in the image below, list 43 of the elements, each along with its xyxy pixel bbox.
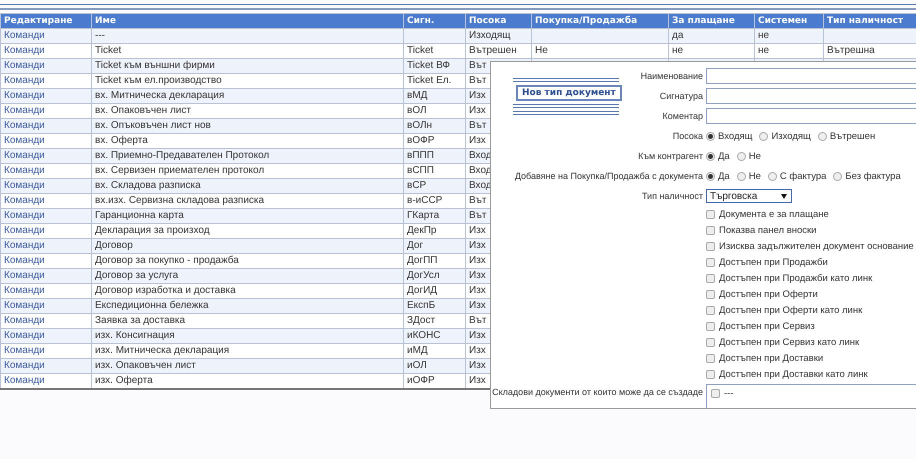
column-header: Покупка/Продажба <box>532 14 668 28</box>
radio-option[interactable]: Да <box>706 150 730 162</box>
column-header: Системен <box>754 14 824 28</box>
field-label: Наименование <box>640 70 704 83</box>
column-header: Име <box>92 14 404 28</box>
checkbox[interactable]: Достъпен при Сервиз <box>706 320 815 332</box>
column-header: Сигн. <box>404 14 466 28</box>
dropdown[interactable]: Търговска <box>706 189 792 203</box>
field-label: Посока <box>672 130 704 143</box>
field-label: Към контрагент <box>638 150 704 163</box>
field-label: Сигнатура <box>660 90 704 103</box>
column-header: Тип наличност <box>824 14 916 28</box>
field-label: Тип наличност <box>642 190 704 203</box>
radio-option[interactable]: Да <box>706 170 730 182</box>
checkbox[interactable]: Показва панел вноски <box>706 224 816 236</box>
checkbox[interactable]: --- <box>711 388 916 399</box>
commands-link[interactable]: Команди <box>0 374 92 389</box>
checkbox[interactable]: Достъпен при Сервиз като линк <box>706 336 860 348</box>
radio-option[interactable]: С фактура <box>768 170 826 182</box>
checkbox[interactable]: Достъпен при Оферти <box>706 288 818 300</box>
column-header: Посока <box>466 14 532 28</box>
checkbox[interactable]: Документа е за плащане <box>706 208 829 220</box>
checkbox[interactable]: Достъпен при Продажби като линк <box>706 272 872 284</box>
column-header: За плащане <box>668 14 754 28</box>
radio-option[interactable]: Изходящ <box>759 130 811 142</box>
field-label: Складови документи от които може да се създаде <box>492 386 704 399</box>
field-label: Коментар <box>662 110 704 123</box>
checkbox[interactable]: Изисква задължителен документ основание <box>706 240 914 252</box>
radio-option[interactable]: Входящ <box>706 130 752 142</box>
dialog-title-button[interactable]: Нов тип документ <box>516 85 622 101</box>
checkbox[interactable]: Достъпен при Продажби <box>706 256 828 268</box>
checkbox[interactable]: Достъпен при Оферти като линк <box>706 304 862 316</box>
document-list[interactable]: --- <box>706 384 916 408</box>
radio-option[interactable]: Не <box>736 150 761 162</box>
radio-option[interactable]: Вътрешен <box>818 130 876 142</box>
radio-option[interactable]: Без фактура <box>833 170 901 182</box>
column-header: Редактиране <box>0 14 92 28</box>
checkbox[interactable]: Достъпен при Доставки <box>706 352 824 364</box>
text-field[interactable] <box>706 108 916 124</box>
checkbox[interactable]: Достъпен при Доставки като линк <box>706 368 868 380</box>
text-field[interactable] <box>706 88 916 104</box>
text-field[interactable] <box>706 68 916 84</box>
radio-option[interactable]: Не <box>736 170 761 182</box>
